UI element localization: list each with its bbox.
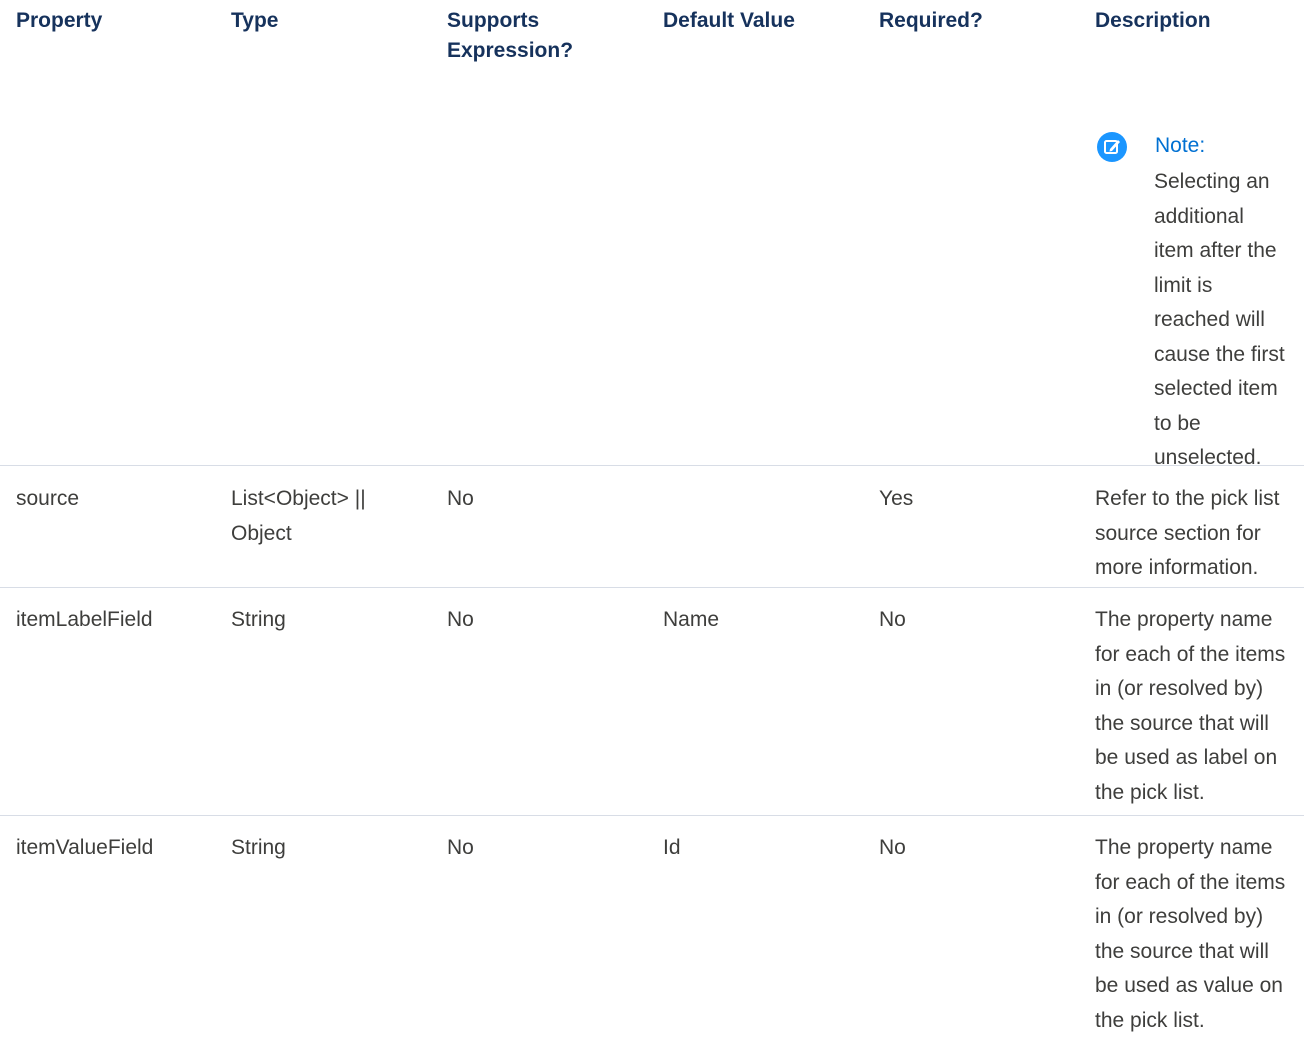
cell-description: The property name for each of the items … bbox=[1095, 603, 1301, 810]
note-line: reached will bbox=[1154, 308, 1265, 331]
note-body: Selecting an additional item after the l… bbox=[1154, 165, 1300, 476]
cell-property: source bbox=[16, 487, 80, 510]
note-line: cause the first bbox=[1154, 342, 1285, 366]
cell-description: The property name for each of the items … bbox=[1095, 831, 1301, 1038]
cell-supports-expression: No bbox=[447, 836, 474, 859]
cell-description-line: in (or resolved by) bbox=[1095, 677, 1264, 700]
cell-description-line: for each of the items bbox=[1095, 642, 1286, 666]
cell-type: String bbox=[231, 836, 286, 859]
note-title: Note: bbox=[1155, 134, 1206, 157]
cell-description-line: for each of the items bbox=[1095, 870, 1286, 894]
cell-description-line: the pick list. bbox=[1095, 1008, 1205, 1032]
header-description: Description bbox=[1095, 9, 1211, 32]
cell-description-line: be used as value on bbox=[1095, 974, 1283, 997]
cell-supports-expression: No bbox=[447, 608, 474, 631]
note-line: limit is bbox=[1154, 273, 1213, 297]
header-required: Required? bbox=[879, 9, 983, 32]
edit-note-icon bbox=[1097, 132, 1127, 162]
cell-required: No bbox=[879, 836, 906, 859]
cell-required: No bbox=[879, 608, 906, 631]
header-default-value: Default Value bbox=[663, 9, 795, 32]
cell-description-line: the pick list. bbox=[1095, 780, 1205, 804]
header-supports-expression: Supports Expression? bbox=[447, 6, 637, 66]
cell-description-line: The property name bbox=[1095, 608, 1273, 631]
header-type: Type bbox=[231, 9, 279, 32]
cell-description-line: the source that will bbox=[1095, 711, 1269, 735]
header-property: Property bbox=[16, 9, 103, 32]
cell-required: Yes bbox=[879, 487, 914, 510]
cell-type: String bbox=[231, 608, 286, 631]
cell-property: itemLabelField bbox=[16, 608, 153, 631]
header-supports-expression-line1: Supports bbox=[447, 9, 540, 32]
properties-table: Property Type Supports Expression? Defau… bbox=[0, 0, 1304, 1041]
cell-type: List<Object> || Object bbox=[231, 482, 421, 551]
cell-default-value: Name bbox=[663, 608, 720, 631]
cell-type-line: List<Object> || bbox=[231, 487, 366, 510]
cell-supports-expression: No bbox=[447, 487, 474, 510]
cell-description-line: The property name bbox=[1095, 836, 1273, 859]
table-row: itemValueField String No Id No The prope… bbox=[0, 816, 1304, 1041]
cell-description: Refer to the pick list source section fo… bbox=[1095, 482, 1301, 586]
table-header-row: Property Type Supports Expression? Defau… bbox=[0, 0, 1304, 74]
table-row: source List<Object> || Object No Yes Ref… bbox=[0, 466, 1304, 588]
note-line: additional bbox=[1154, 204, 1244, 228]
table-row: itemLabelField String No Name No The pro… bbox=[0, 588, 1304, 816]
header-supports-expression-line2: Expression? bbox=[447, 39, 574, 62]
cell-type-line: Object bbox=[231, 521, 292, 545]
table-row-note-continuation: Note: Selecting an additional item after… bbox=[0, 74, 1304, 469]
cell-description-line: Refer to the pick list bbox=[1095, 487, 1280, 510]
note-line: to be bbox=[1154, 411, 1201, 435]
cell-default-value: Id bbox=[663, 836, 681, 859]
note-line: Selecting an bbox=[1154, 170, 1270, 193]
cell-property: itemValueField bbox=[16, 836, 154, 859]
note-line: selected item bbox=[1154, 377, 1278, 400]
cell-description-line: the source that will bbox=[1095, 939, 1269, 963]
cell-description-line: more information. bbox=[1095, 556, 1259, 579]
cell-description-line: in (or resolved by) bbox=[1095, 905, 1264, 928]
cell-description-line: source section for bbox=[1095, 521, 1261, 545]
note-line: item after the bbox=[1154, 239, 1277, 262]
cell-description-line: be used as label on bbox=[1095, 746, 1278, 769]
